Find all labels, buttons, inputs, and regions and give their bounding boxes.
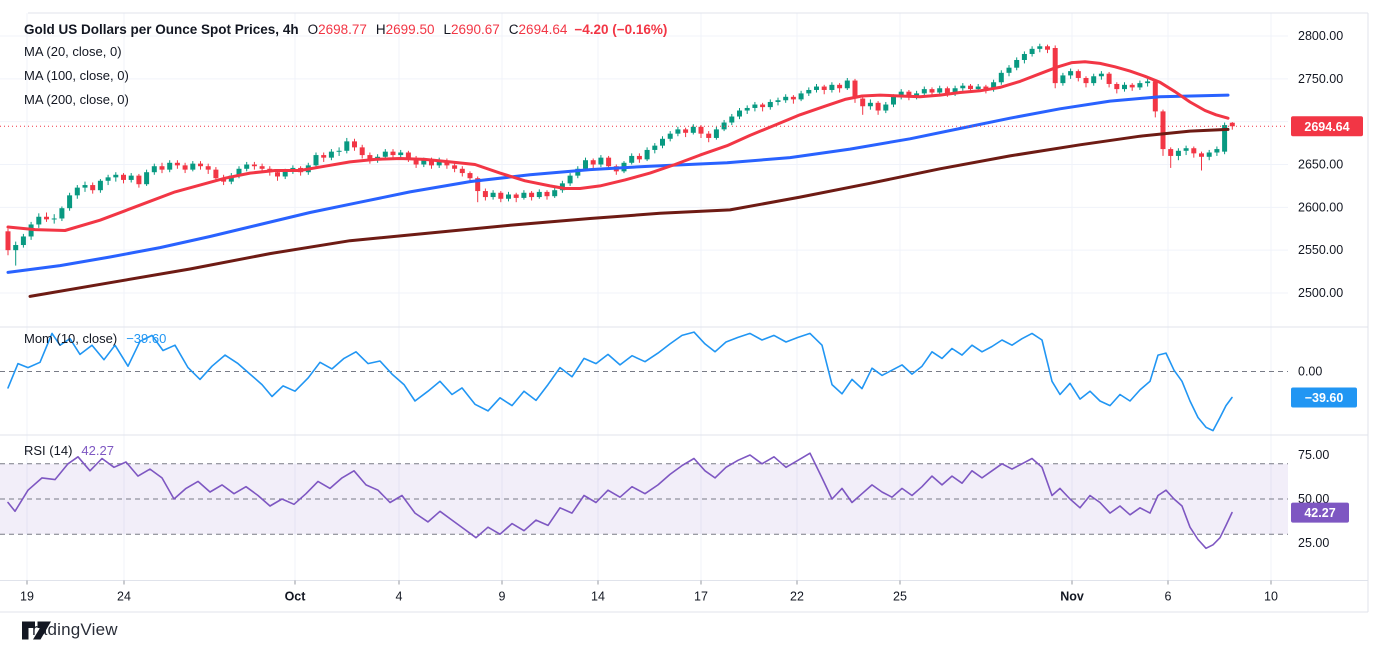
rsi-value: 42.27 xyxy=(81,443,114,458)
ohlc-close-label: C xyxy=(509,22,519,37)
ohlc-low-value: 2690.67 xyxy=(451,22,500,37)
last-price-badge: 2694.64 xyxy=(1291,116,1363,136)
svg-text:17: 17 xyxy=(694,590,708,604)
ma20-legend-row[interactable]: MA (20, close, 0) xyxy=(24,44,667,59)
svg-text:−39.60: −39.60 xyxy=(1305,391,1344,405)
svg-text:25: 25 xyxy=(893,590,907,604)
svg-text:4: 4 xyxy=(396,590,403,604)
momentum-value-badge: −39.60 xyxy=(1291,388,1357,408)
svg-text:Nov: Nov xyxy=(1060,590,1084,604)
momentum-label: Mom (10, close) xyxy=(24,331,117,346)
svg-text:2694.64: 2694.64 xyxy=(1304,120,1349,134)
symbol-legend-row[interactable]: Gold US Dollars per Ounce Spot Prices, 4… xyxy=(24,22,667,37)
svg-text:14: 14 xyxy=(591,590,605,604)
rsi-value-badge: 42.27 xyxy=(1291,503,1349,523)
svg-text:75.00: 75.00 xyxy=(1298,448,1329,462)
change-value: −4.20 (−0.16%) xyxy=(574,22,667,37)
svg-text:42.27: 42.27 xyxy=(1304,506,1335,520)
svg-text:2750.00: 2750.00 xyxy=(1298,72,1343,86)
time-axis[interactable]: 19 24 Oct 4 9 14 17 22 25 Nov 6 10 xyxy=(20,581,1278,604)
ohlc-high-value: 2699.50 xyxy=(386,22,435,37)
svg-text:2650.00: 2650.00 xyxy=(1298,158,1343,172)
ohlc-close-value: 2694.64 xyxy=(519,22,568,37)
svg-text:25.00: 25.00 xyxy=(1298,536,1329,550)
legend: Gold US Dollars per Ounce Spot Prices, 4… xyxy=(24,22,667,116)
svg-text:2800.00: 2800.00 xyxy=(1298,29,1343,43)
momentum-line xyxy=(8,332,1232,431)
svg-text:9: 9 xyxy=(499,590,506,604)
svg-text:2600.00: 2600.00 xyxy=(1298,200,1343,214)
tradingview-chart: 2800.00 2750.00 2650.00 2600.00 2550.00 2500.… xyxy=(0,0,1374,654)
rsi-label: RSI (14) xyxy=(24,443,72,458)
price-axis[interactable]: 2800.00 2750.00 2650.00 2600.00 2550.00 2500.… xyxy=(1298,29,1343,550)
momentum-legend-row[interactable]: Mom (10, close) −39.60 xyxy=(24,331,166,346)
ohlc-open-value: 2698.77 xyxy=(318,22,367,37)
svg-text:Oct: Oct xyxy=(285,590,307,604)
ohlc-high-label: H xyxy=(376,22,386,37)
svg-text:2500.00: 2500.00 xyxy=(1298,286,1343,300)
svg-text:10: 10 xyxy=(1264,590,1278,604)
momentum-value: −39.60 xyxy=(126,331,166,346)
ohlc-low-label: L xyxy=(443,22,451,37)
svg-text:22: 22 xyxy=(790,590,804,604)
ma100-legend-row[interactable]: MA (100, close, 0) xyxy=(24,68,667,83)
tradingview-logo-icon xyxy=(22,620,52,641)
rsi-legend-row[interactable]: RSI (14) 42.27 xyxy=(24,443,114,458)
ohlc-open-label: O xyxy=(308,22,319,37)
svg-text:6: 6 xyxy=(1165,590,1172,604)
tradingview-watermark[interactable]: TradingView xyxy=(22,620,118,640)
symbol-title: Gold US Dollars per Ounce Spot Prices, 4… xyxy=(24,22,299,37)
svg-text:19: 19 xyxy=(20,590,34,604)
svg-text:24: 24 xyxy=(117,590,131,604)
svg-text:0.00: 0.00 xyxy=(1298,365,1322,379)
ma200-legend-row[interactable]: MA (200, close, 0) xyxy=(24,92,667,107)
svg-text:2550.00: 2550.00 xyxy=(1298,243,1343,257)
